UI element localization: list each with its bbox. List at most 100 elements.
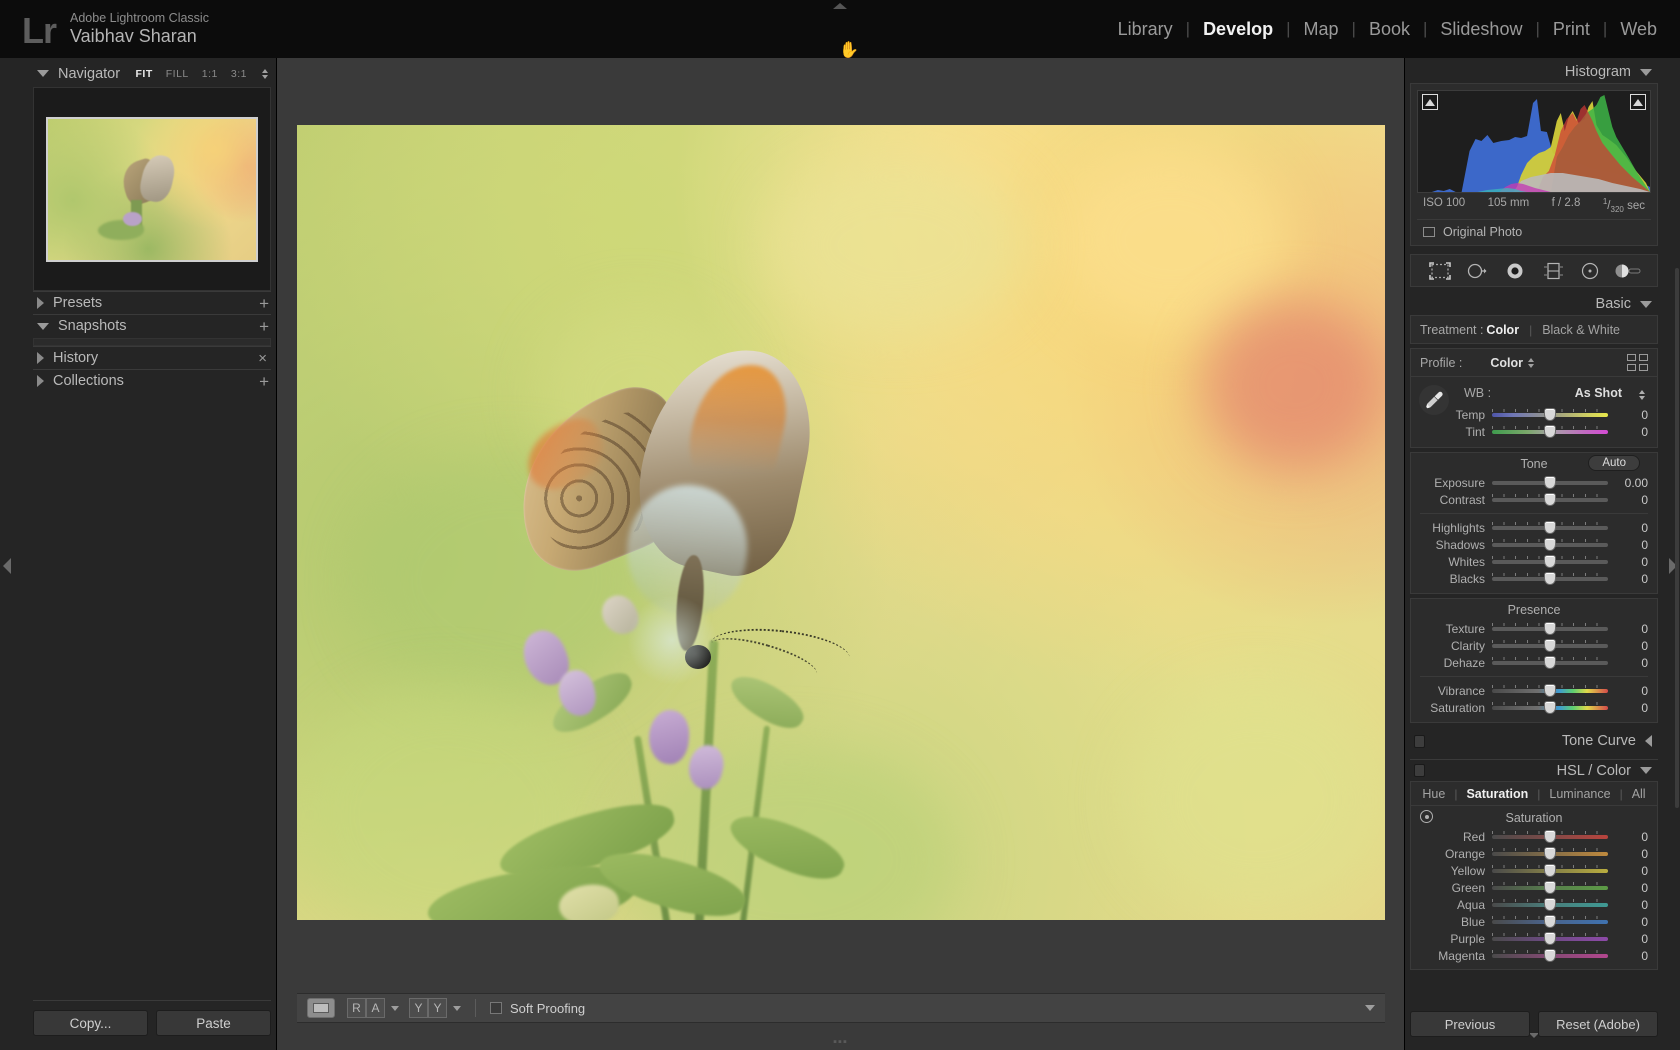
before-after-yy-button[interactable]: Y Y xyxy=(409,998,447,1018)
vibrance-track[interactable] xyxy=(1492,684,1608,698)
dehaze-knob[interactable] xyxy=(1544,656,1556,670)
tint-value[interactable]: 0 xyxy=(1608,425,1648,439)
nav-mode-3-1[interactable]: 3:1 xyxy=(231,68,247,80)
hsl-yellow-track[interactable] xyxy=(1492,864,1608,878)
slider-clarity[interactable]: Clarity 0 xyxy=(1420,637,1648,654)
sidebar-item-history[interactable]: History × xyxy=(33,346,271,369)
whites-knob[interactable] xyxy=(1544,555,1556,569)
slider-vibrance[interactable]: Vibrance 0 xyxy=(1420,682,1648,699)
crop-overlay-icon[interactable] xyxy=(1427,260,1453,282)
slider-hsl-yellow[interactable]: Yellow 0 xyxy=(1420,862,1648,879)
hsl-green-knob[interactable] xyxy=(1544,881,1556,895)
hsl-blue-track[interactable] xyxy=(1492,915,1608,929)
module-map[interactable]: Map xyxy=(1291,18,1352,40)
hsl-yellow-knob[interactable] xyxy=(1544,864,1556,878)
copy-button[interactable]: Copy... xyxy=(33,1010,148,1036)
radial-filter-icon[interactable] xyxy=(1577,260,1603,282)
sidebar-item-snapshots[interactable]: Snapshots + xyxy=(33,314,271,337)
before-after-yy-chevron-down-icon[interactable] xyxy=(453,1005,461,1011)
contrast-value[interactable]: 0 xyxy=(1608,493,1648,507)
temp-track[interactable] xyxy=(1492,408,1608,422)
hsl-magenta-value[interactable]: 0 xyxy=(1608,949,1648,963)
navigator-zoom-stepper-icon[interactable] xyxy=(262,68,268,79)
histogram-header[interactable]: Histogram xyxy=(1410,61,1658,83)
dehaze-value[interactable]: 0 xyxy=(1608,656,1648,670)
hsl-orange-value[interactable]: 0 xyxy=(1608,847,1648,861)
white-balance-selector-icon[interactable] xyxy=(1419,385,1449,416)
texture-knob[interactable] xyxy=(1544,622,1556,636)
histogram-graph[interactable] xyxy=(1417,90,1651,193)
slider-temp[interactable]: Temp 0 xyxy=(1420,406,1648,423)
hsl-purple-track[interactable] xyxy=(1492,932,1608,946)
module-web[interactable]: Web xyxy=(1607,18,1670,40)
treatment-bw-option[interactable]: Black & White xyxy=(1542,323,1620,337)
loupe-view-stage[interactable] xyxy=(297,125,1385,920)
soft-proofing-label[interactable]: Soft Proofing xyxy=(510,1001,585,1016)
hsl-color-header[interactable]: HSL / Color xyxy=(1410,759,1658,781)
slider-hsl-blue[interactable]: Blue 0 xyxy=(1420,913,1648,930)
slider-hsl-aqua[interactable]: Aqua 0 xyxy=(1420,896,1648,913)
paste-button[interactable]: Paste xyxy=(156,1010,271,1036)
tab-hue[interactable]: Hue xyxy=(1422,787,1445,801)
slider-hsl-green[interactable]: Green 0 xyxy=(1420,879,1648,896)
before-after-ra-chevron-down-icon[interactable] xyxy=(391,1005,399,1011)
shadows-knob[interactable] xyxy=(1544,538,1556,552)
navigator-header[interactable]: Navigator FIT FILL 1:1 3:1 xyxy=(33,62,271,85)
hsl-color-switch[interactable] xyxy=(1414,764,1425,778)
highlights-track[interactable] xyxy=(1492,521,1608,535)
dehaze-track[interactable] xyxy=(1492,656,1608,670)
hsl-green-value[interactable]: 0 xyxy=(1608,881,1648,895)
tint-track[interactable] xyxy=(1492,425,1608,439)
treatment-color-option[interactable]: Color xyxy=(1486,323,1519,337)
tone-curve-switch[interactable] xyxy=(1414,734,1425,748)
temp-value[interactable]: 0 xyxy=(1608,408,1648,422)
slider-blacks[interactable]: Blacks 0 xyxy=(1420,570,1648,587)
auto-tone-button[interactable]: Auto xyxy=(1588,455,1640,472)
profile-value[interactable]: Color xyxy=(1490,356,1523,370)
slider-whites[interactable]: Whites 0 xyxy=(1420,553,1648,570)
module-slideshow[interactable]: Slideshow xyxy=(1427,18,1535,40)
nav-mode-fill[interactable]: FILL xyxy=(166,68,189,80)
wb-stepper-icon[interactable] xyxy=(1639,390,1645,401)
saturation-knob[interactable] xyxy=(1544,701,1556,715)
slider-hsl-magenta[interactable]: Magenta 0 xyxy=(1420,947,1648,964)
hsl-green-track[interactable] xyxy=(1492,881,1608,895)
presets-add-icon[interactable]: + xyxy=(259,295,271,312)
left-panel-collapse-arrow[interactable] xyxy=(3,558,11,574)
hsl-red-knob[interactable] xyxy=(1544,830,1556,844)
previous-button[interactable]: Previous xyxy=(1410,1011,1530,1037)
slider-hsl-red[interactable]: Red 0 xyxy=(1420,828,1648,845)
vibrance-knob[interactable] xyxy=(1544,684,1556,698)
hsl-purple-knob[interactable] xyxy=(1544,932,1556,946)
slider-contrast[interactable]: Contrast 0 xyxy=(1420,491,1648,508)
hsl-aqua-knob[interactable] xyxy=(1544,898,1556,912)
history-clear-icon[interactable]: × xyxy=(258,351,271,366)
clarity-knob[interactable] xyxy=(1544,639,1556,653)
highlight-clipping-icon[interactable] xyxy=(1630,94,1646,110)
exposure-value[interactable]: 0.00 xyxy=(1608,476,1648,490)
blacks-knob[interactable] xyxy=(1544,572,1556,586)
slider-shadows[interactable]: Shadows 0 xyxy=(1420,536,1648,553)
hsl-yellow-value[interactable]: 0 xyxy=(1608,864,1648,878)
shadows-value[interactable]: 0 xyxy=(1608,538,1648,552)
vibrance-value[interactable]: 0 xyxy=(1608,684,1648,698)
whites-track[interactable] xyxy=(1492,555,1608,569)
whites-value[interactable]: 0 xyxy=(1608,555,1648,569)
sidebar-item-collections[interactable]: Collections + xyxy=(33,369,271,392)
blacks-value[interactable]: 0 xyxy=(1608,572,1648,586)
nav-mode-1-1[interactable]: 1:1 xyxy=(202,68,218,80)
navigator-thumbnail[interactable] xyxy=(46,116,258,262)
toolbar-options-chevron-down-icon[interactable] xyxy=(1365,1005,1375,1011)
wb-preset-value[interactable]: As Shot xyxy=(1575,386,1622,400)
tab-saturation[interactable]: Saturation xyxy=(1466,787,1528,801)
ba-cell-y2[interactable]: Y xyxy=(428,998,447,1018)
slider-highlights[interactable]: Highlights 0 xyxy=(1420,519,1648,536)
hsl-orange-track[interactable] xyxy=(1492,847,1608,861)
snapshots-add-icon[interactable]: + xyxy=(259,318,271,335)
spot-removal-icon[interactable] xyxy=(1464,260,1490,282)
before-after-ra-button[interactable]: R A xyxy=(347,998,385,1018)
navigator-preview[interactable] xyxy=(33,87,271,291)
exposure-knob[interactable] xyxy=(1544,476,1556,490)
clarity-value[interactable]: 0 xyxy=(1608,639,1648,653)
collections-add-icon[interactable]: + xyxy=(259,373,271,390)
